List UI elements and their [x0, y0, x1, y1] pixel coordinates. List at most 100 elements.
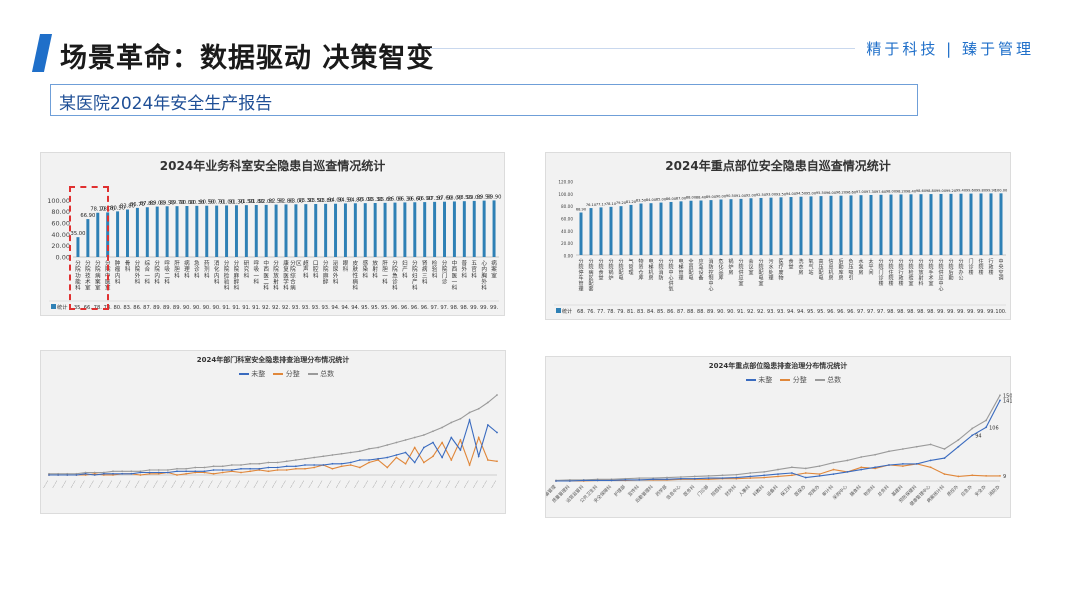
data-point [221, 471, 224, 474]
data-point [459, 417, 462, 420]
tick-mark: —— [398, 479, 407, 490]
data-point [957, 475, 960, 478]
tick-mark: —— [316, 479, 325, 490]
table-value: 96. [837, 309, 845, 315]
data-point [860, 468, 863, 471]
data-point [832, 468, 835, 471]
data-point [777, 468, 779, 471]
table-value: 86. [133, 305, 142, 311]
data-label: 94 [975, 433, 981, 439]
bar [639, 203, 643, 255]
data-point [943, 473, 946, 476]
table-value: 68. [577, 309, 585, 315]
table-value: 91. [222, 305, 231, 311]
data-point [368, 447, 370, 450]
category-label: 分院检验室 [909, 258, 914, 287]
y-tick-label: 100.00 [558, 192, 573, 197]
category-label: 分院病区配套 [589, 258, 594, 293]
table-value: 94. [797, 309, 805, 315]
y-tick-label: 0.00 [56, 254, 70, 262]
data-point [404, 462, 407, 465]
category-label: 病理科 [184, 259, 190, 279]
table-value: 99. [937, 309, 945, 315]
category-label: 分院综合病区 [290, 259, 302, 292]
data-point [358, 450, 361, 453]
tick-mark: —— [380, 479, 389, 490]
data-point [212, 472, 215, 475]
tick-mark: —— [389, 479, 398, 490]
data-point [804, 467, 807, 470]
bar [629, 204, 633, 255]
data-point [971, 427, 974, 430]
data-point [413, 446, 416, 449]
table-value: 100. [995, 309, 1007, 315]
data-point [441, 426, 444, 429]
bar [482, 200, 486, 257]
data-point [721, 474, 724, 477]
data-point [929, 443, 932, 446]
tick-mark: —— [197, 479, 206, 490]
data-point [221, 469, 224, 471]
tick-mark: —— [261, 479, 270, 490]
category-label: 分院中心供氧 [669, 258, 674, 293]
data-point [901, 448, 904, 450]
table-value: 94. [331, 305, 340, 311]
table-value: 93. [302, 305, 311, 311]
data-point [148, 471, 151, 474]
bar [175, 206, 179, 257]
table-value: 92. [282, 305, 291, 311]
bar [472, 200, 476, 257]
data-point [185, 470, 188, 473]
tick-mark: —— [170, 479, 179, 490]
category-label: 党政办 [807, 483, 822, 498]
data-point [679, 477, 682, 480]
category-label: 分院放射科 [919, 258, 924, 287]
bar [579, 212, 583, 255]
category-label: 全员配电 [689, 258, 694, 282]
bar [215, 205, 219, 257]
data-point [386, 444, 389, 446]
table-value: 90. [203, 305, 212, 311]
bar [659, 202, 663, 255]
data-point [340, 462, 343, 465]
y-tick-label: 100.00 [47, 197, 70, 205]
bar [373, 202, 377, 257]
data-point [832, 461, 835, 464]
data-point [249, 467, 252, 470]
y-tick-label: 80.00 [561, 204, 573, 209]
data-point [404, 439, 407, 441]
data-point [121, 470, 124, 473]
data-point [194, 470, 197, 473]
data-point [846, 470, 849, 473]
category-label: 洗衣房 [799, 258, 804, 276]
table-value: 91. [242, 305, 251, 311]
data-point [496, 460, 498, 463]
series-line [49, 417, 498, 476]
data-point [176, 470, 178, 473]
category-label: 膳食科 [848, 483, 863, 498]
table-value: 99. [977, 309, 985, 315]
table-value: 96. [827, 309, 835, 315]
y-tick-label: 40.00 [51, 231, 70, 239]
category-label: 电梯管理 [679, 258, 684, 282]
tick-mark: —— [453, 479, 462, 490]
table-value: 96. [411, 305, 420, 311]
tick-mark: —— [462, 479, 471, 490]
category-label: 气管理 [629, 258, 634, 276]
data-point [818, 473, 821, 476]
data-point [432, 441, 434, 444]
legend-swatch [556, 308, 561, 313]
data-point [102, 472, 105, 475]
data-point [459, 439, 462, 441]
bar [294, 204, 298, 257]
category-label: 污水处理 [769, 258, 774, 282]
tick-mark: —— [334, 479, 343, 490]
data-point [285, 465, 288, 468]
data-point [358, 466, 361, 469]
table-value: 85. [657, 309, 665, 315]
data-point [294, 467, 297, 470]
category-label: 分院门诊楼 [879, 258, 884, 287]
bar [619, 206, 623, 255]
data-point [459, 449, 462, 451]
data-point [735, 476, 738, 479]
